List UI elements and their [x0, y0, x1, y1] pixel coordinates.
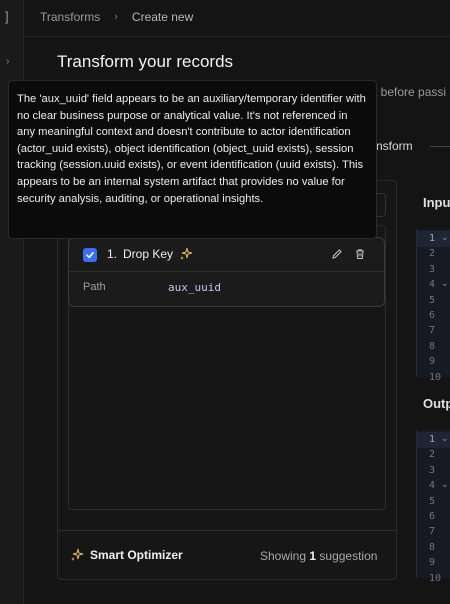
- breadcrumb: Transforms › Create new: [40, 10, 193, 24]
- input-editor[interactable]: 1 ⌄ 2 3 4 ⌄ 5 6 7 8 9 10: [416, 229, 450, 383]
- line-number: 10: [429, 572, 442, 584]
- breadcrumb-transforms[interactable]: Transforms: [40, 10, 100, 24]
- tooltip-text: The 'aux_uuid' field appears to be an au…: [17, 93, 366, 205]
- line-number: 2: [429, 248, 436, 260]
- smart-optimizer-label: Smart Optimizer: [90, 548, 183, 562]
- showing-suffix: suggestion: [319, 549, 378, 563]
- sparkle-icon: [71, 548, 84, 561]
- header-divider: [24, 36, 450, 37]
- path-value: aux_uuid: [168, 281, 221, 294]
- line-number: 9: [429, 356, 436, 368]
- step-index: 1.: [107, 247, 118, 261]
- showing-prefix: Showing: [260, 549, 307, 563]
- line-number: 6: [429, 310, 436, 321]
- chevron-down-icon[interactable]: ⌄: [441, 433, 449, 444]
- step-name: Drop Key: [123, 247, 174, 261]
- showing-count: 1: [309, 549, 317, 563]
- line-number: 8: [429, 541, 436, 553]
- breadcrumb-separator-icon: ›: [114, 11, 118, 23]
- line-number: 5: [429, 294, 436, 306]
- tab-transform-fragment[interactable]: nsform: [376, 139, 413, 153]
- chevron-down-icon[interactable]: ⌄: [441, 232, 449, 243]
- suggestion-count: Showing 1 suggestion: [260, 549, 377, 563]
- line-number: 9: [429, 557, 436, 569]
- line-number: 7: [429, 526, 436, 538]
- line-number: 2: [429, 449, 436, 461]
- step-checkbox[interactable]: [83, 248, 97, 262]
- trash-icon[interactable]: [354, 248, 366, 260]
- nav-bracket-icon[interactable]: ]: [5, 9, 9, 24]
- page-title: Transform your records: [57, 52, 234, 71]
- step-card-drop-key[interactable]: 1. Drop Key Path aux_uuid: [68, 237, 385, 307]
- input-panel-label: Inpu: [423, 195, 450, 210]
- panel-footer-divider: [57, 530, 397, 531]
- smart-optimizer[interactable]: Smart Optimizer: [70, 548, 183, 562]
- step-title: 1. Drop Key: [107, 247, 193, 261]
- suggestion-tooltip: The 'aux_uuid' field appears to be an au…: [8, 80, 377, 239]
- nav-collapse-icon[interactable]: ›: [6, 56, 9, 67]
- line-number: 6: [429, 511, 436, 522]
- check-icon: [86, 252, 94, 259]
- chevron-down-icon[interactable]: ⌄: [441, 479, 449, 490]
- chevron-down-icon[interactable]: ⌄: [441, 278, 449, 289]
- output-editor[interactable]: 1 ⌄ 2 3 4 ⌄ 5 6 7 8 9 10: [416, 430, 450, 584]
- breadcrumb-create-new: Create new: [131, 10, 194, 24]
- card-divider: [69, 271, 384, 272]
- line-number: 7: [429, 325, 436, 337]
- subtitle-fragment: t before passi: [374, 85, 447, 99]
- line-number: 10: [429, 371, 442, 383]
- pencil-icon[interactable]: [331, 248, 343, 260]
- line-number: 8: [429, 340, 436, 352]
- path-label: Path: [83, 281, 106, 293]
- tab-underline: [430, 146, 450, 147]
- output-panel-label: Outp: [423, 396, 450, 411]
- sparkle-icon: [180, 247, 193, 260]
- line-number: 5: [429, 495, 436, 507]
- line-number: 3: [429, 464, 436, 476]
- line-number: 3: [429, 263, 436, 275]
